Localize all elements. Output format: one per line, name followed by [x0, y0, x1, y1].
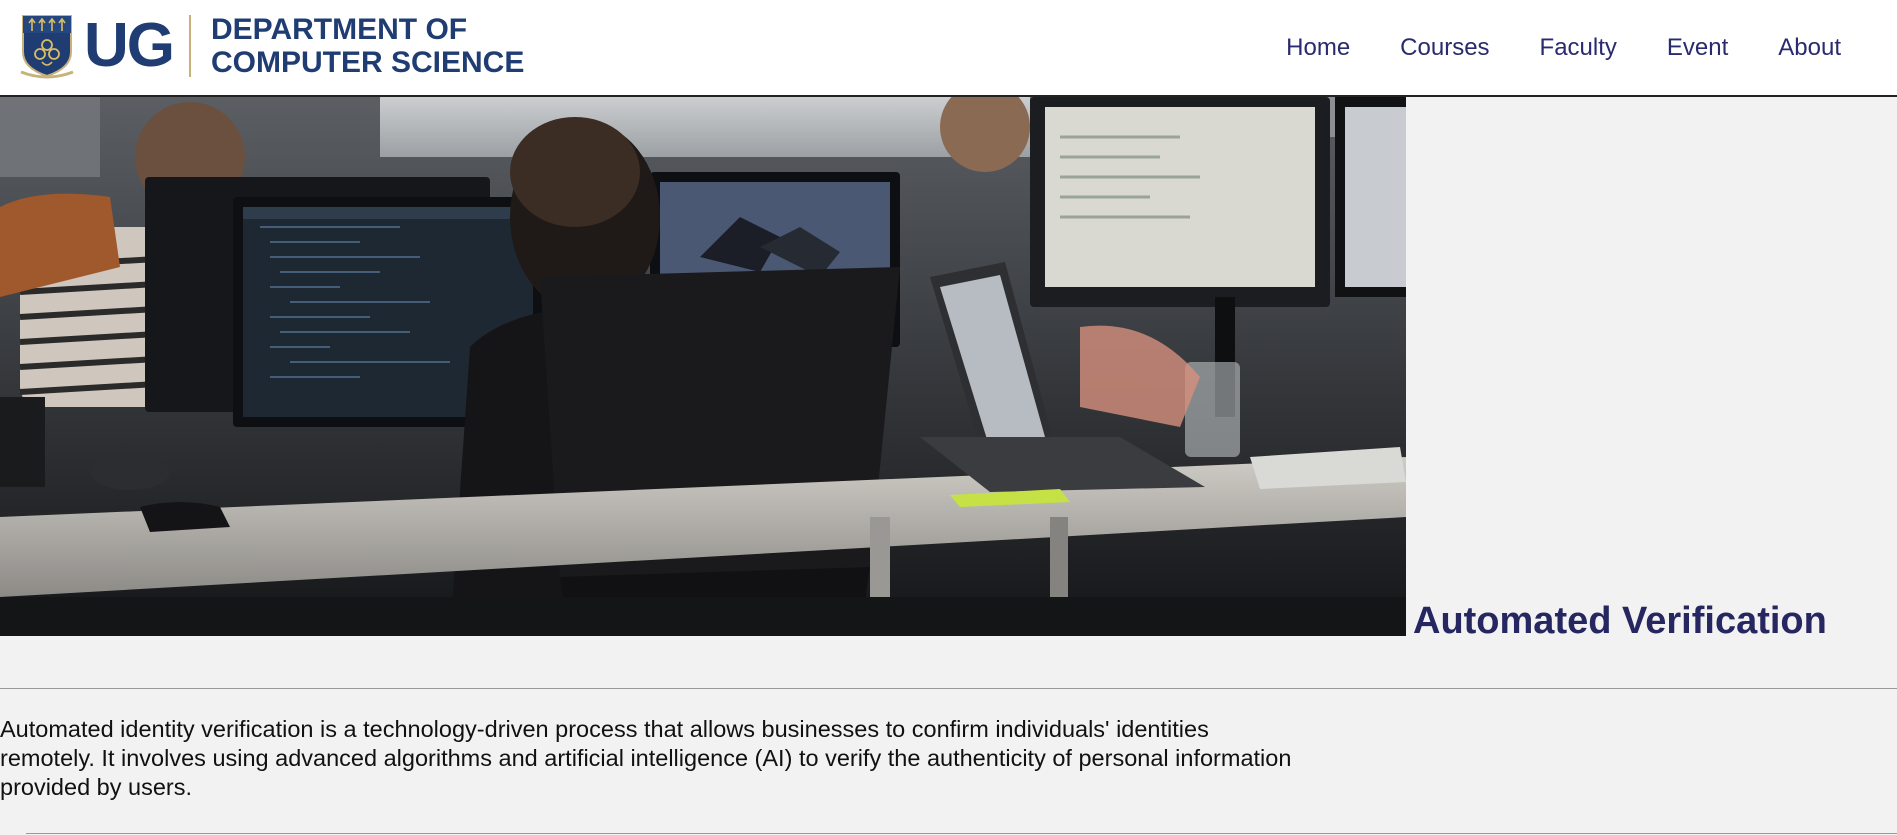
nav-faculty-link[interactable]: Faculty [1540, 34, 1617, 62]
nav-courses-link[interactable]: Courses [1400, 34, 1489, 62]
nav-about-link[interactable]: About [1778, 34, 1841, 62]
section-description: Automated identity verification is a tec… [0, 716, 1292, 800]
logo-divider [189, 15, 191, 77]
section-title: Automated Verification [1413, 600, 1827, 642]
department-name: DEPARTMENT OF COMPUTER SCIENCE [211, 13, 524, 79]
hero-image [0, 97, 1406, 636]
nav-event-link[interactable]: Event [1667, 34, 1728, 62]
department-name-line2: COMPUTER SCIENCE [211, 46, 525, 79]
content-divider-bottom [26, 833, 1897, 834]
department-logo[interactable]: UG DEPARTMENT OF COMPUTER SCIENCE [20, 11, 524, 81]
office-photo-illustration [0, 97, 1406, 636]
logo-initials: UG [84, 11, 175, 80]
department-name-line1: DEPARTMENT OF [211, 13, 468, 46]
site-header: UG DEPARTMENT OF COMPUTER SCIENCE Home C… [0, 0, 1897, 97]
content-divider-top [0, 688, 1897, 689]
nav-home-link[interactable]: Home [1286, 34, 1350, 62]
university-crest-icon [20, 12, 74, 80]
main-nav: Home Courses Faculty Event About [1236, 34, 1841, 62]
